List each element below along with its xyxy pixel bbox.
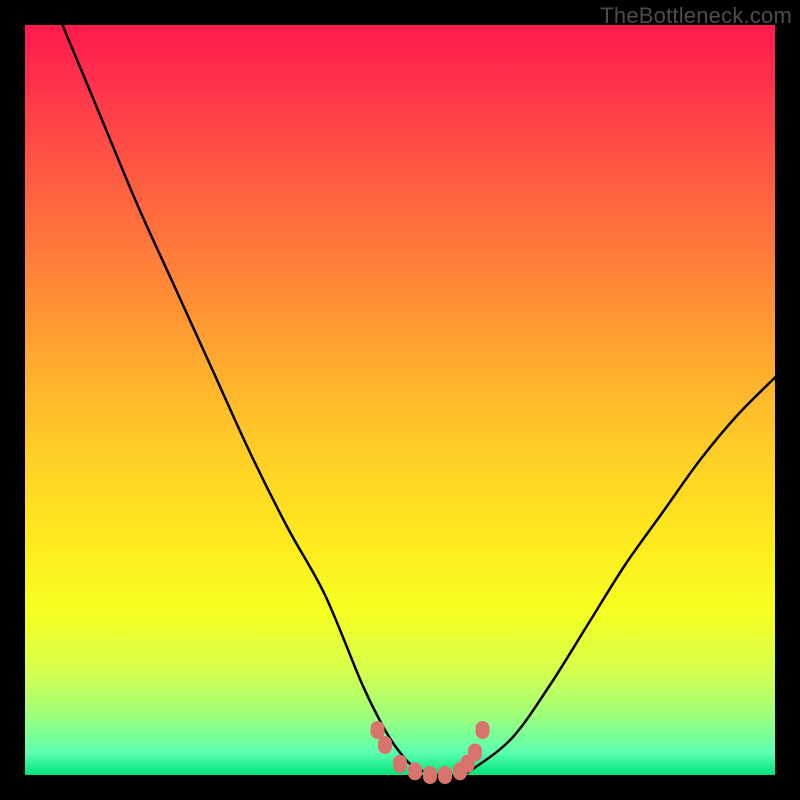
marker-dot	[468, 744, 482, 762]
gradient-plot-area	[25, 25, 775, 775]
chart-svg	[25, 25, 775, 775]
marker-dot	[423, 766, 437, 784]
bottleneck-curve	[63, 25, 776, 776]
watermark-text: TheBottleneck.com	[600, 3, 792, 29]
highlight-markers	[371, 721, 490, 784]
marker-dot	[378, 736, 392, 754]
marker-dot	[438, 766, 452, 784]
marker-dot	[371, 721, 385, 739]
outer-frame: TheBottleneck.com	[0, 0, 800, 800]
marker-dot	[393, 755, 407, 773]
marker-dot	[408, 762, 422, 780]
marker-dot	[476, 721, 490, 739]
